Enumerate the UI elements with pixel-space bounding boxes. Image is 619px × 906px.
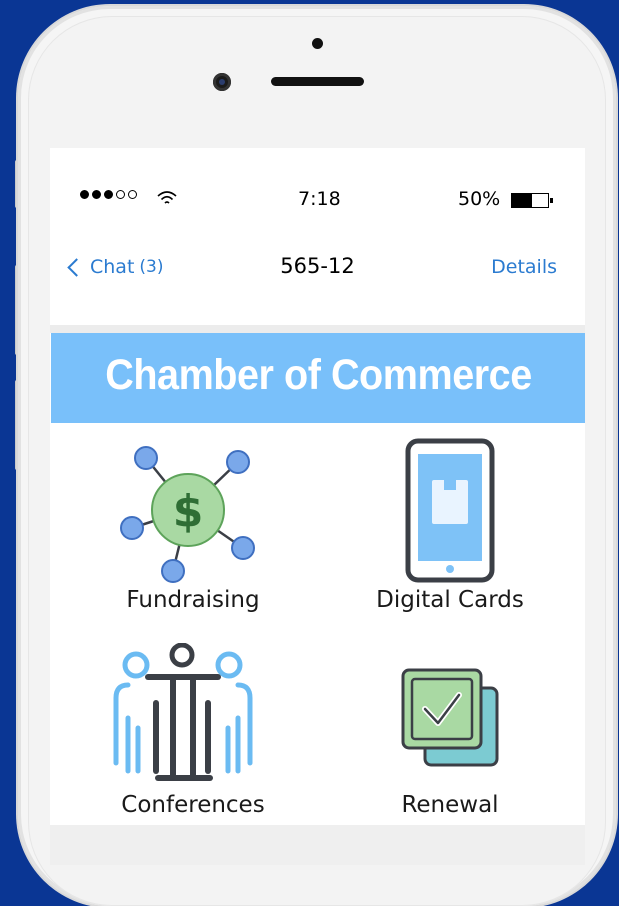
checkbox-renewal-icon (401, 668, 499, 767)
phone-screen: 7:18 50% Chat (3) 565-12 Details Chamber… (50, 148, 585, 865)
tile-label: Renewal (401, 792, 499, 818)
conference-people-icon (113, 643, 253, 781)
wifi-icon (157, 191, 177, 204)
proximity-sensor (312, 38, 323, 49)
battery-icon (511, 193, 553, 208)
tile-conferences[interactable]: Conferences (98, 643, 288, 828)
tile-fundraising[interactable]: $ Fundraising (98, 438, 288, 623)
fundraising-network-dollar-icon: $ (120, 446, 255, 583)
earpiece-speaker (271, 77, 364, 86)
tile-label: Conferences (121, 792, 265, 818)
tile-label: Fundraising (126, 587, 260, 613)
banner-title: Chamber of Commerce (105, 351, 532, 399)
svg-text:$: $ (173, 486, 204, 537)
navigation-bar: Chat (3) 565-12 Details (50, 248, 585, 288)
tile-label: Digital Cards (376, 587, 524, 613)
tile-digital-cards[interactable]: Digital Cards (355, 438, 545, 623)
divider (50, 325, 585, 333)
front-camera-icon (213, 73, 231, 91)
status-bar: 7:18 50% (50, 188, 585, 218)
clock: 7:18 (298, 188, 341, 210)
footer-area (50, 825, 585, 865)
header-banner: Chamber of Commerce (51, 333, 585, 423)
signal-strength-icon (80, 190, 137, 199)
details-button[interactable]: Details (491, 256, 557, 278)
smartphone-card-icon (405, 438, 495, 583)
tile-renewal[interactable]: Renewal (355, 643, 545, 828)
battery-percent: 50% (458, 188, 501, 210)
